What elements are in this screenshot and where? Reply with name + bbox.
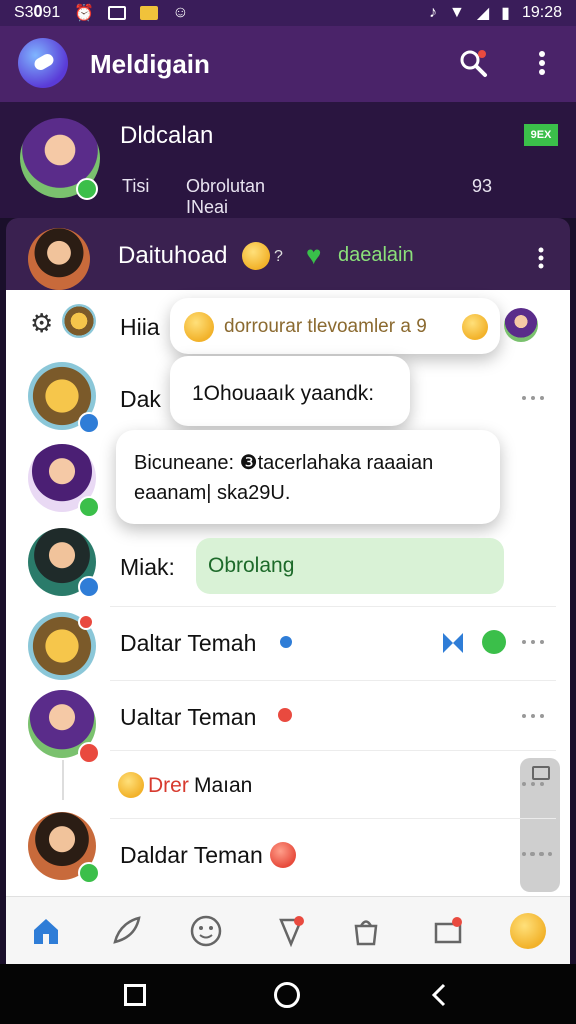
status-bar: S3𝟎91 ⏰ ☺ ♪ ▼ ◢ ▮ 19:28 — [0, 0, 576, 26]
online-badge-icon — [78, 862, 100, 884]
bubble-text: Obrolang — [208, 554, 295, 577]
silent-icon: ♪ — [428, 4, 437, 21]
row-more-icon[interactable] — [522, 782, 544, 788]
alert-badge-icon — [78, 614, 94, 630]
profile-name: Dldcalan — [120, 122, 214, 149]
chat-name: Daituhoad — [118, 242, 228, 269]
row-more-icon[interactable] — [522, 396, 544, 402]
profile-status-prefix: Tisi — [122, 176, 150, 196]
chat-list: ⚙ Hiia dorrourar tlevoamler a 9 Dak 1Oho… — [6, 290, 570, 896]
app-title: Meldigain — [90, 49, 210, 79]
row-name-prefix: Drer — [148, 774, 189, 797]
bubble-text: 1Ohouaaık yaandk: — [192, 382, 375, 405]
chat-tag: daealain — [338, 244, 414, 266]
emoji-icon — [118, 772, 144, 798]
window-icon — [108, 6, 127, 20]
wifi-icon: ▼ — [448, 4, 465, 21]
chat-suffix: ? — [274, 248, 283, 265]
app-header: Meldigain — [0, 26, 576, 102]
row-name: Daltar Temah — [120, 630, 257, 656]
settings-icon[interactable]: ⚙ — [30, 308, 53, 339]
star-emoji-icon — [462, 314, 488, 340]
battery-icon: ▮ — [501, 5, 510, 22]
pin-icon[interactable] — [270, 911, 310, 951]
message-bubble[interactable]: 1Ohouaaık yaandk: — [170, 356, 410, 426]
divider — [110, 750, 556, 751]
recent-apps-icon[interactable] — [124, 984, 146, 1006]
message-bubble[interactable]: dorrourar tlevoamler a 9 — [170, 298, 500, 354]
pin-icon[interactable] — [440, 630, 466, 656]
verified-badge-icon — [278, 634, 294, 650]
chat-avatar — [28, 228, 90, 290]
online-badge-icon — [78, 496, 100, 518]
verified-badge-icon — [78, 576, 100, 598]
scroll-handle[interactable] — [520, 758, 560, 892]
connector-line — [62, 760, 64, 800]
back-icon[interactable] — [426, 982, 452, 1008]
owl-avatar — [62, 304, 96, 338]
emoji-icon — [270, 842, 296, 868]
chat-more-icon[interactable] — [536, 246, 546, 270]
active-chat-header[interactable]: Daituhoad ? ♥ daealain — [6, 218, 570, 294]
row-name-suffix: Maıan — [194, 774, 253, 797]
avatar — [504, 308, 538, 342]
bubble-text: dorrourar tlevoamler a 9 — [224, 316, 427, 337]
tag-icon[interactable] — [428, 911, 468, 951]
avatar-icon: ☺ — [172, 4, 189, 21]
divider — [110, 680, 556, 681]
square-icon — [140, 6, 159, 20]
app-logo-icon — [18, 38, 68, 88]
divider — [110, 606, 556, 607]
profile-card[interactable]: Dldcalan 9EX Tisi Obrolutan INeai Ratios… — [0, 102, 576, 238]
row-more-icon[interactable] — [522, 640, 544, 646]
message-bubble[interactable]: Bicuneane: ❸tacerlahaka raaaian eaanam| … — [116, 430, 500, 524]
status-time: 19:28 — [521, 4, 562, 21]
signal-icon: ◢ — [476, 5, 490, 22]
bottom-navigation — [6, 896, 570, 965]
scroll-thumb-icon — [532, 766, 550, 780]
bubble-text: Bicuneane: ❸tacerlahaka raaaian eaanam| … — [134, 452, 434, 504]
bag-icon[interactable] — [346, 911, 386, 951]
feather-icon[interactable] — [106, 911, 146, 951]
status-left-text: S3𝟎91 — [14, 4, 61, 21]
emoji-icon — [184, 312, 214, 342]
row-name: Ualtar Teman — [120, 704, 257, 730]
smile-icon[interactable] — [186, 911, 226, 951]
row-name: Miak: — [120, 554, 175, 580]
online-badge-icon — [76, 178, 98, 200]
more-menu-icon[interactable] — [532, 48, 552, 78]
row-name: Hiia — [120, 314, 160, 340]
search-icon[interactable] — [458, 48, 488, 78]
home-icon[interactable] — [26, 911, 66, 951]
message-bubble[interactable]: Obrolang — [196, 538, 504, 594]
alert-badge-icon — [78, 742, 100, 764]
emoji-icon[interactable] — [508, 911, 548, 951]
divider — [110, 818, 556, 819]
system-navigation — [0, 964, 576, 1024]
smile-emoji-icon — [242, 242, 270, 270]
pin-icon — [278, 708, 292, 722]
home-button-icon[interactable] — [274, 982, 300, 1008]
avatar-emoji-icon — [510, 913, 546, 949]
heart-icon: ♥ — [306, 240, 322, 270]
row-more-icon[interactable] — [522, 714, 544, 720]
clock-icon: ⏰ — [74, 5, 95, 22]
check-icon[interactable] — [482, 630, 506, 654]
verified-badge-icon — [78, 412, 100, 434]
profile-tag: 9EX — [524, 124, 558, 146]
row-name: Daldar Teman — [120, 842, 263, 868]
row-more-icon[interactable] — [522, 852, 544, 858]
profile-status-count: 93 — [472, 176, 493, 196]
row-name: Dak — [120, 386, 161, 412]
